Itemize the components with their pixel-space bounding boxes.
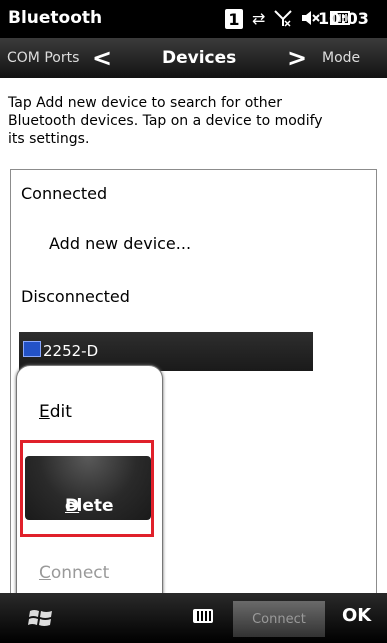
chevron-right-icon[interactable]: > xyxy=(287,44,307,72)
no-signal-icon xyxy=(274,9,293,30)
menu-item-edit[interactable]: Edit xyxy=(39,402,72,422)
connect-softkey: Connect xyxy=(233,601,325,637)
context-menu: Edit Delete Connect xyxy=(16,365,163,607)
menu-item-edit-accel: E xyxy=(39,402,50,422)
clock[interactable]: 10:03 xyxy=(318,9,369,28)
menu-item-edit-label: dit xyxy=(49,402,72,422)
bluetooth-device-icon xyxy=(23,341,41,357)
disconnected-header: Disconnected xyxy=(21,287,130,306)
tab-devices[interactable]: Devices xyxy=(162,48,236,68)
menu-item-connect: Connect xyxy=(39,563,109,583)
ok-button[interactable]: OK xyxy=(342,605,371,626)
menu-item-delete-label: elete xyxy=(65,496,114,516)
connected-header: Connected xyxy=(21,184,108,203)
device-name: 2252-D xyxy=(43,342,99,360)
menu-item-connect-label: onnect xyxy=(50,563,110,583)
windows-start-icon[interactable] xyxy=(28,608,54,628)
menu-item-connect-accel: C xyxy=(39,563,51,583)
sync-arrows-icon: ⇄ xyxy=(252,9,266,28)
status-bar: Bluetooth 1 ⇄ 10:03 xyxy=(0,0,387,38)
keyboard-icon[interactable] xyxy=(193,609,213,623)
tab-mode[interactable]: Mode xyxy=(322,50,360,66)
add-new-device-item[interactable]: Add new device... xyxy=(49,234,191,253)
tab-header: COM Ports < Devices > Mode xyxy=(0,38,387,78)
app-title: Bluetooth xyxy=(8,8,103,28)
instructions-text: Tap Add new device to search for other B… xyxy=(8,95,323,147)
bottom-bar: Connect OK xyxy=(0,593,387,643)
menu-item-delete[interactable]: Delete xyxy=(25,456,151,520)
notification-badge[interactable]: 1 xyxy=(225,9,243,29)
chevron-left-icon[interactable]: < xyxy=(92,44,112,72)
tab-com-ports[interactable]: COM Ports xyxy=(7,50,79,66)
